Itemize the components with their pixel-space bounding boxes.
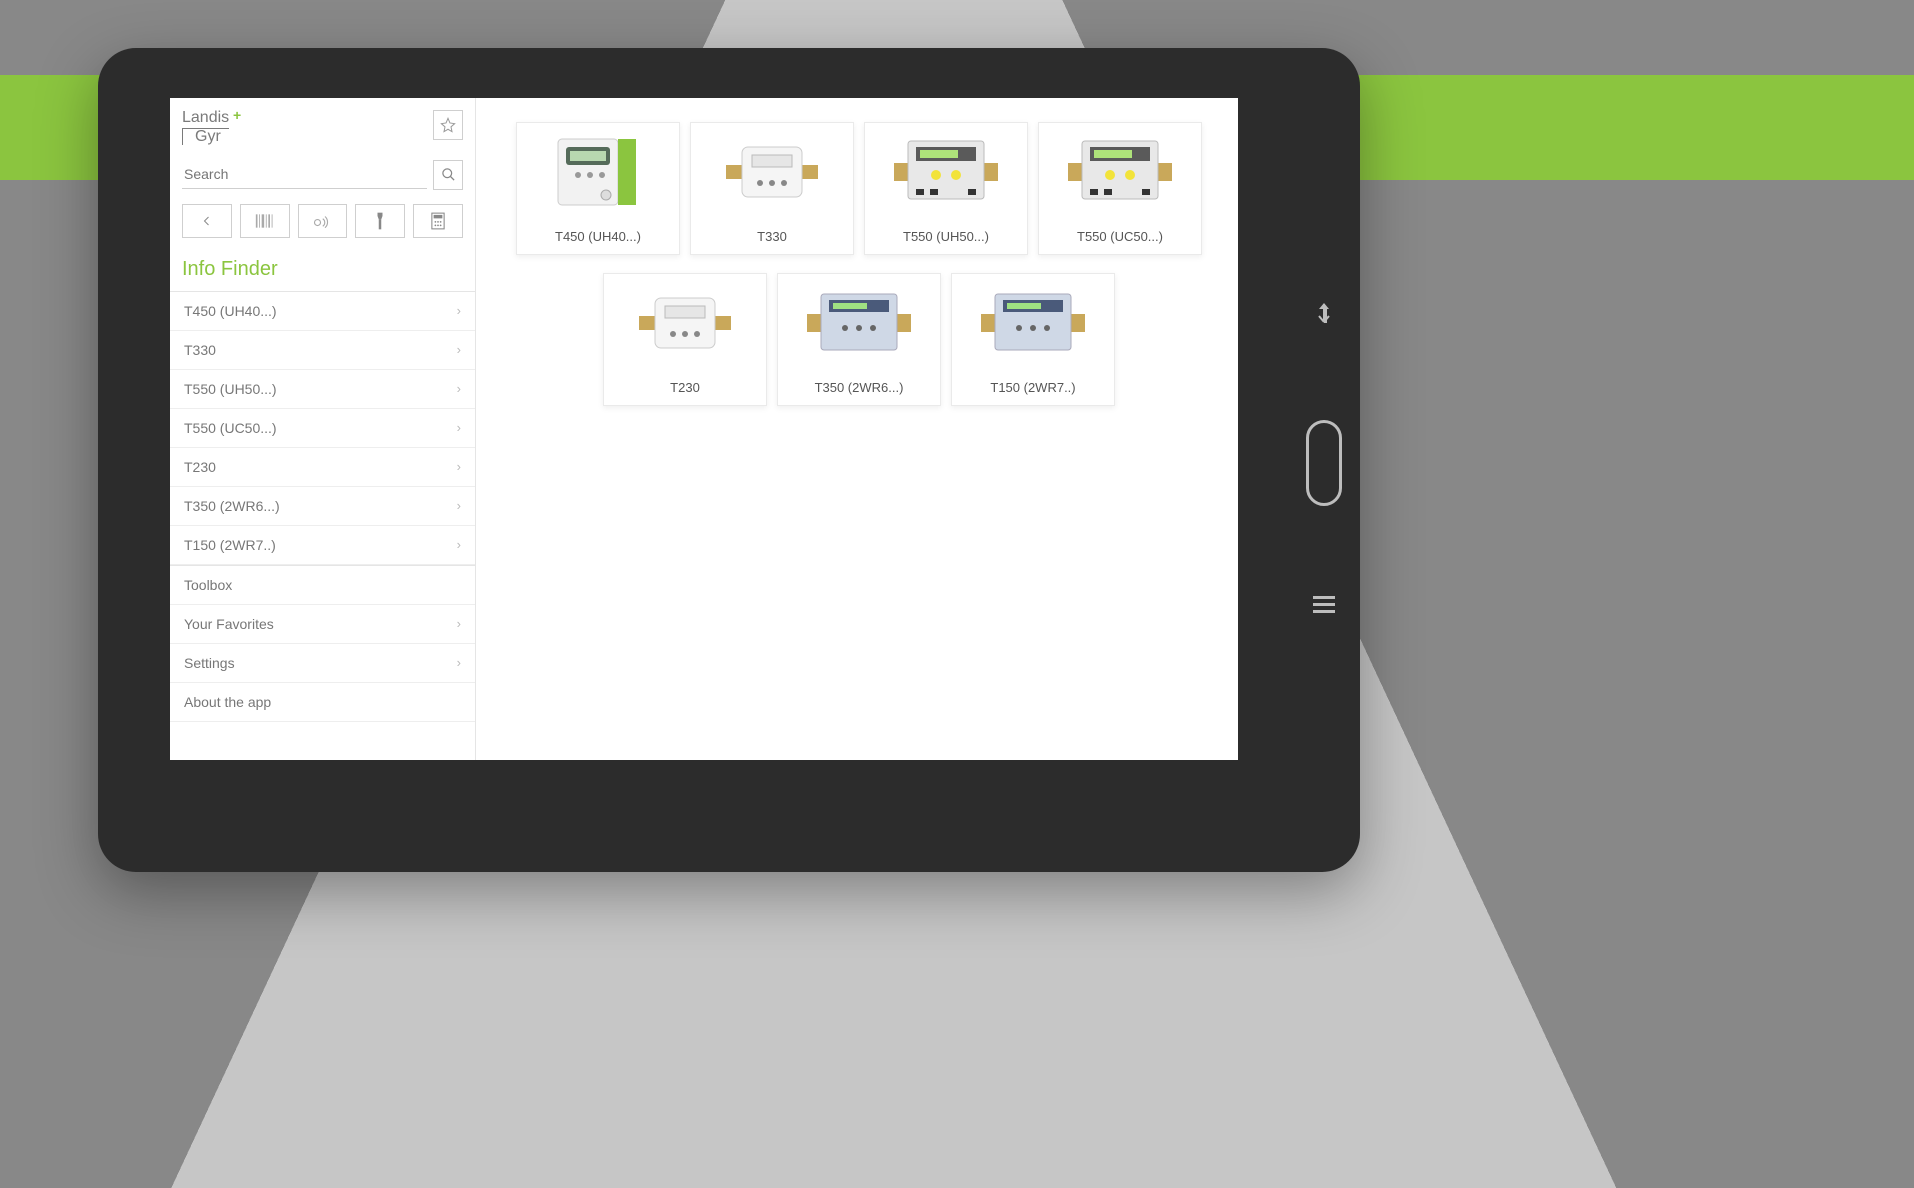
nav-item-label: Settings [184, 655, 235, 671]
brand-plus-icon: + [233, 108, 241, 123]
product-label: T230 [664, 372, 706, 405]
search-icon [441, 167, 456, 182]
chevron-left-icon [201, 215, 213, 227]
nav-item-label: Toolbox [184, 577, 232, 593]
product-card[interactable]: T350 (2WR6...) [777, 273, 941, 406]
nfc-icon [313, 214, 331, 228]
tablet-frame: Landis Gyr + [98, 48, 1360, 872]
tablet-home-button[interactable] [1306, 420, 1342, 506]
search-button[interactable] [433, 160, 463, 190]
favorite-button[interactable] [433, 110, 463, 140]
flashlight-icon [375, 212, 385, 230]
product-card[interactable]: T330 [690, 122, 854, 255]
product-label: T450 (UH40...) [549, 221, 647, 254]
product-image [1039, 123, 1201, 221]
footer-nav-item[interactable]: Settings › [170, 644, 475, 683]
chevron-right-icon: › [457, 616, 461, 631]
product-label: T330 [751, 221, 793, 254]
nav-item-label: T550 (UC50...) [184, 420, 277, 436]
nav-item-label: T230 [184, 459, 216, 475]
product-label: T550 (UC50...) [1071, 221, 1169, 254]
product-label: T550 (UH50...) [897, 221, 995, 254]
tablet-menu-button[interactable] [1313, 596, 1335, 619]
product-image [778, 274, 940, 372]
product-image [604, 274, 766, 372]
barcode-button[interactable] [240, 204, 290, 238]
nav-item-label: Your Favorites [184, 616, 274, 632]
section-title: Info Finder [170, 250, 475, 291]
chevron-right-icon: › [457, 342, 461, 357]
product-image [517, 123, 679, 221]
nav-item-label: T350 (2WR6...) [184, 498, 280, 514]
sidebar: Landis Gyr + [170, 98, 476, 760]
app-screen: Landis Gyr + [170, 98, 1238, 760]
tablet-back-button[interactable] [1315, 301, 1333, 330]
product-nav-item[interactable]: T330 › [170, 331, 475, 370]
product-image [865, 123, 1027, 221]
product-nav-item[interactable]: T450 (UH40...) › [170, 292, 475, 331]
product-image [952, 274, 1114, 372]
chevron-right-icon: › [457, 303, 461, 318]
barcode-icon [255, 214, 275, 228]
product-card[interactable]: T550 (UH50...) [864, 122, 1028, 255]
nav-item-label: T330 [184, 342, 216, 358]
product-nav-item[interactable]: T230 › [170, 448, 475, 487]
product-grid: T450 (UH40...) T330 T550 (UH50...) T550 (UC… [476, 98, 1238, 760]
product-nav-item[interactable]: T150 (2WR7..) › [170, 526, 475, 565]
chevron-right-icon: › [457, 655, 461, 670]
chevron-right-icon: › [457, 498, 461, 513]
product-nav-item[interactable]: T350 (2WR6...) › [170, 487, 475, 526]
brand-line1: Landis [182, 110, 229, 129]
product-card[interactable]: T150 (2WR7..) [951, 273, 1115, 406]
brand-logo: Landis Gyr + [182, 110, 229, 146]
brand-line2: Gyr [182, 128, 221, 145]
calculator-button[interactable] [413, 204, 463, 238]
product-label: T350 (2WR6...) [809, 372, 910, 405]
nav-item-label: T450 (UH40...) [184, 303, 277, 319]
footer-nav-item[interactable]: Toolbox [170, 566, 475, 605]
product-image [691, 123, 853, 221]
search-input[interactable] [182, 160, 427, 189]
product-card[interactable]: T450 (UH40...) [516, 122, 680, 255]
nav-item-label: T150 (2WR7..) [184, 537, 276, 553]
chevron-right-icon: › [457, 537, 461, 552]
star-icon [440, 117, 456, 133]
product-card[interactable]: T550 (UC50...) [1038, 122, 1202, 255]
flashlight-button[interactable] [355, 204, 405, 238]
product-card[interactable]: T230 [603, 273, 767, 406]
chevron-right-icon: › [457, 459, 461, 474]
product-label: T150 (2WR7..) [984, 372, 1081, 405]
nav-item-label: About the app [184, 694, 271, 710]
chevron-right-icon: › [457, 381, 461, 396]
product-nav-item[interactable]: T550 (UH50...) › [170, 370, 475, 409]
back-button[interactable] [182, 204, 232, 238]
footer-nav-item[interactable]: Your Favorites › [170, 605, 475, 644]
calculator-icon [431, 212, 445, 230]
nav-item-label: T550 (UH50...) [184, 381, 277, 397]
nfc-button[interactable] [298, 204, 348, 238]
product-nav-item[interactable]: T550 (UC50...) › [170, 409, 475, 448]
footer-nav-item[interactable]: About the app [170, 683, 475, 722]
chevron-right-icon: › [457, 420, 461, 435]
